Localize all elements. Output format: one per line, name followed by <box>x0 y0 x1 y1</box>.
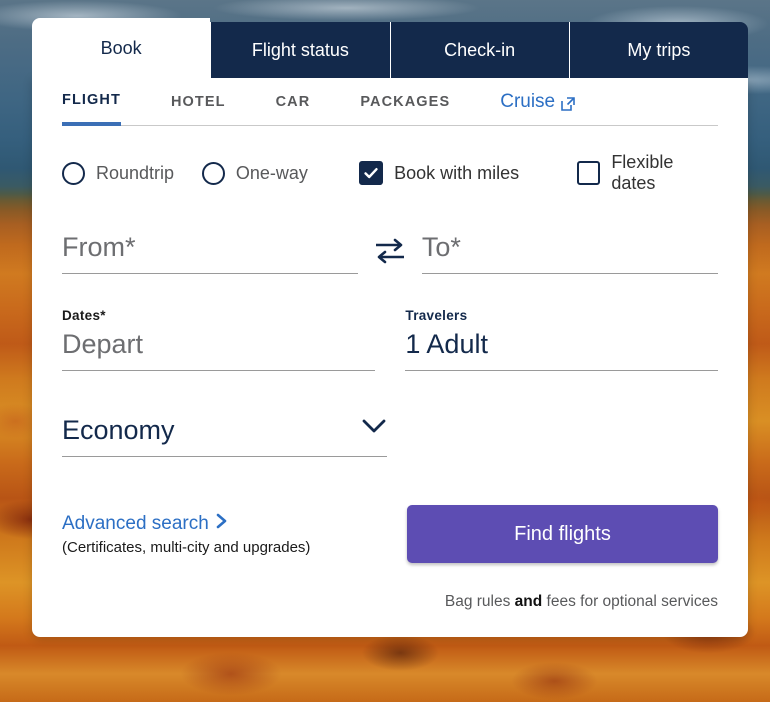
cta-block: Find flights Bag rules and fees for opti… <box>402 505 718 611</box>
subtab-packages[interactable]: PACKAGES <box>360 78 450 126</box>
advanced-search-block: Advanced search (Certificates, multi-cit… <box>62 505 402 556</box>
tab-book-label: Book <box>101 38 142 59</box>
bag-rules-and: and <box>515 593 543 610</box>
dates-label: Dates* <box>62 308 375 323</box>
tab-check-in-label: Check-in <box>444 40 515 61</box>
trip-options-row: Roundtrip One-way Book with miles Flexib… <box>62 152 718 194</box>
option-flexible-dates[interactable]: Flexible dates <box>577 152 718 194</box>
find-flights-button[interactable]: Find flights <box>407 505 718 563</box>
option-roundtrip[interactable]: Roundtrip <box>62 162 202 185</box>
tab-check-in[interactable]: Check-in <box>390 22 569 78</box>
tab-flight-status-label: Flight status <box>252 40 349 61</box>
product-tab-bar: FLIGHT HOTEL CAR PACKAGES Cruise <box>62 78 718 126</box>
cabin-class-row: Economy <box>62 411 718 457</box>
cabin-class-value: Economy <box>62 411 175 449</box>
cabin-class-select[interactable]: Economy <box>62 411 387 457</box>
advanced-search-label: Advanced search <box>62 513 209 535</box>
subtab-flight-label: FLIGHT <box>62 92 121 108</box>
bag-rules-line: Bag rules and fees for optional services <box>445 593 718 611</box>
checkbox-book-with-miles[interactable] <box>359 161 383 185</box>
optional-fees-link[interactable]: fees for optional services <box>547 593 718 610</box>
swap-arrows-icon <box>373 235 407 265</box>
option-one-way-label: One-way <box>236 163 308 184</box>
tab-flight-status[interactable]: Flight status <box>210 22 389 78</box>
subtab-hotel[interactable]: HOTEL <box>171 78 226 126</box>
option-flexible-dates-label: Flexible dates <box>611 152 718 194</box>
option-one-way[interactable]: One-way <box>202 162 359 185</box>
radio-roundtrip[interactable] <box>62 162 85 185</box>
subtab-cruise-label: Cruise <box>500 91 555 113</box>
subtab-packages-label: PACKAGES <box>360 94 450 110</box>
option-book-with-miles[interactable]: Book with miles <box>359 161 577 185</box>
tab-book[interactable]: Book <box>32 18 210 78</box>
to-field[interactable]: To* <box>422 228 718 274</box>
tab-my-trips-label: My trips <box>627 40 690 61</box>
to-input-placeholder: To* <box>422 228 718 266</box>
from-field[interactable]: From* <box>62 228 358 274</box>
actions-row: Advanced search (Certificates, multi-cit… <box>62 505 718 611</box>
subtab-cruise[interactable]: Cruise <box>500 78 575 126</box>
check-icon <box>363 165 379 181</box>
main-tab-bar: Book Flight status Check-in My trips <box>32 18 748 78</box>
booking-widget: Book Flight status Check-in My trips FLI… <box>32 18 748 637</box>
advanced-search-subtext: (Certificates, multi-city and upgrades) <box>62 539 402 556</box>
subtab-car-label: CAR <box>276 94 311 110</box>
tab-my-trips[interactable]: My trips <box>569 22 748 78</box>
subtab-hotel-label: HOTEL <box>171 94 226 110</box>
travelers-label: Travelers <box>405 308 718 323</box>
advanced-search-link[interactable]: Advanced search <box>62 513 402 535</box>
swap-button[interactable] <box>358 228 422 274</box>
field-spacer <box>375 308 406 371</box>
dates-travelers-row: Dates* Depart Travelers 1 Adult <box>62 308 718 371</box>
checkbox-flexible-dates[interactable] <box>577 161 600 185</box>
booking-panel: FLIGHT HOTEL CAR PACKAGES Cruise <box>32 78 748 637</box>
travelers-field[interactable]: Travelers 1 Adult <box>405 308 718 371</box>
external-link-icon <box>561 95 575 109</box>
bag-rules-link[interactable]: Bag rules <box>445 593 510 610</box>
option-book-with-miles-label: Book with miles <box>394 163 519 184</box>
dates-field[interactable]: Dates* Depart <box>62 308 375 371</box>
depart-input-placeholder: Depart <box>62 325 375 363</box>
subtab-car[interactable]: CAR <box>276 78 311 126</box>
subtab-flight[interactable]: FLIGHT <box>62 78 121 126</box>
travelers-value: 1 Adult <box>405 325 718 363</box>
from-input-placeholder: From* <box>62 228 358 266</box>
chevron-right-icon <box>216 513 227 535</box>
radio-one-way[interactable] <box>202 162 225 185</box>
origin-destination-row: From* To* <box>62 228 718 274</box>
chevron-down-icon <box>361 418 387 449</box>
option-roundtrip-label: Roundtrip <box>96 163 174 184</box>
